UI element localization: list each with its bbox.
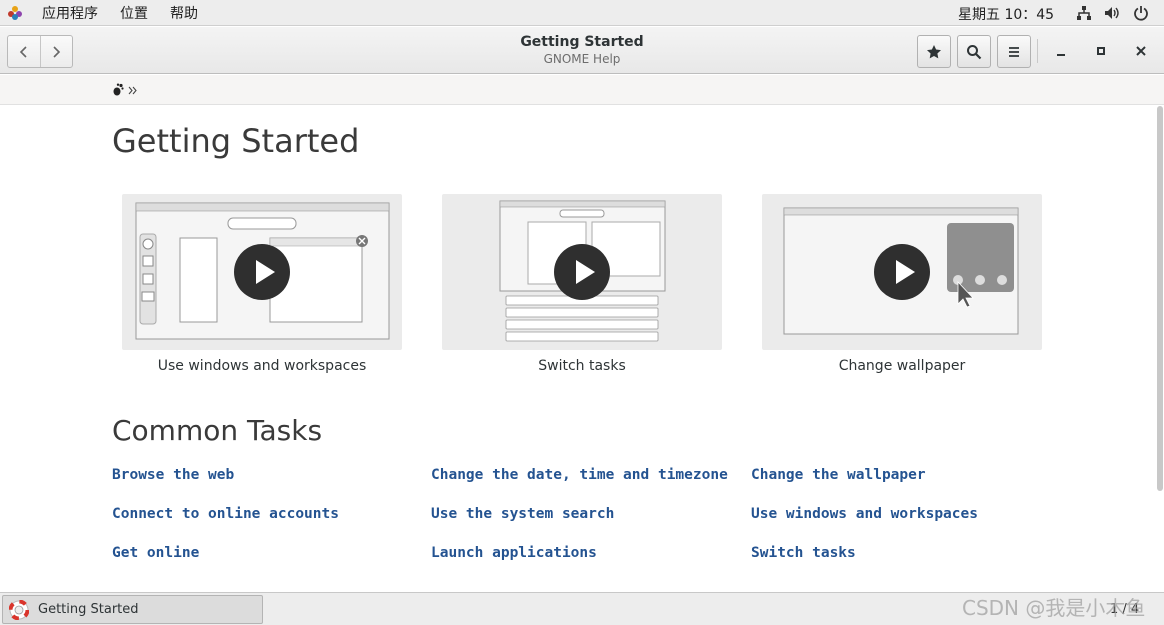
navigation-buttons: [7, 35, 73, 68]
play-icon[interactable]: [874, 244, 930, 300]
video-windows-workspaces[interactable]: [122, 194, 402, 350]
close-button[interactable]: [1128, 38, 1154, 64]
help-page: Getting Started Use windows and workspac…: [0, 106, 1164, 591]
minimize-icon: [1057, 54, 1065, 56]
top-panel: 应用程序 位置 帮助 星期五 10：45: [0, 0, 1164, 26]
minimize-button[interactable]: [1048, 38, 1074, 64]
link-online-accounts[interactable]: Connect to online accounts: [112, 506, 339, 522]
lifebuoy-icon: [8, 599, 30, 620]
header-separator: [1037, 39, 1038, 63]
search-button[interactable]: [957, 35, 991, 68]
bookmark-button[interactable]: [917, 35, 951, 68]
link-system-search[interactable]: Use the system search: [431, 506, 614, 522]
clock[interactable]: 星期五 10：45: [958, 4, 1054, 24]
taskbar-item-label: Getting Started: [38, 602, 139, 617]
menu-help[interactable]: 帮助: [159, 3, 209, 23]
link-windows-workspaces[interactable]: Use windows and workspaces: [751, 506, 978, 522]
watermark: CSDN @我是小木鱼: [962, 596, 1146, 620]
link-change-wallpaper[interactable]: Change the wallpaper: [751, 467, 926, 483]
window-title-text: Getting Started: [520, 34, 644, 50]
window-subtitle: GNOME Help: [543, 52, 621, 66]
breadcrumb: [112, 83, 137, 99]
link-get-online[interactable]: Get online: [112, 545, 199, 561]
video-switch-tasks[interactable]: [442, 194, 722, 350]
link-browse-web[interactable]: Browse the web: [112, 467, 234, 483]
video-caption: Switch tasks: [538, 358, 626, 374]
play-icon[interactable]: [554, 244, 610, 300]
link-launch-applications[interactable]: Launch applications: [431, 545, 597, 561]
power-icon[interactable]: [1133, 5, 1149, 21]
window-title: Getting Started GNOME Help: [382, 34, 782, 66]
breadcrumb-bar: [0, 75, 1164, 105]
network-icon[interactable]: [1076, 5, 1092, 21]
video-caption: Change wallpaper: [838, 358, 966, 374]
close-icon: [1136, 46, 1146, 56]
breadcrumb-separator-icon: [128, 84, 137, 98]
scrollbar[interactable]: [1157, 106, 1163, 491]
menu-button[interactable]: [997, 35, 1031, 68]
gnome-foot-icon[interactable]: [7, 5, 23, 21]
forward-button[interactable]: [39, 36, 72, 67]
taskbar-item-getting-started[interactable]: Getting Started: [2, 595, 263, 624]
menu-applications[interactable]: 应用程序: [31, 3, 109, 23]
search-icon: [967, 44, 982, 59]
volume-icon[interactable]: [1104, 5, 1120, 21]
chevron-left-icon: [19, 45, 27, 58]
link-switch-tasks[interactable]: Switch tasks: [751, 545, 856, 561]
chevron-right-icon: [53, 45, 61, 58]
section-title: Common Tasks: [112, 414, 323, 447]
star-icon: [927, 44, 941, 58]
play-icon[interactable]: [234, 244, 290, 300]
page-title: Getting Started: [112, 122, 360, 160]
maximize-button[interactable]: [1088, 38, 1114, 64]
gnome-foot-icon[interactable]: [112, 83, 124, 99]
menu-places[interactable]: 位置: [109, 3, 159, 23]
hamburger-icon: [1009, 46, 1019, 57]
video-caption: Use windows and workspaces: [157, 358, 367, 374]
header-bar: Getting Started GNOME Help: [0, 27, 1164, 74]
back-button[interactable]: [8, 36, 40, 67]
video-change-wallpaper[interactable]: [762, 194, 1042, 350]
maximize-icon: [1097, 47, 1105, 55]
link-change-date-time[interactable]: Change the date, time and timezone: [431, 467, 728, 483]
